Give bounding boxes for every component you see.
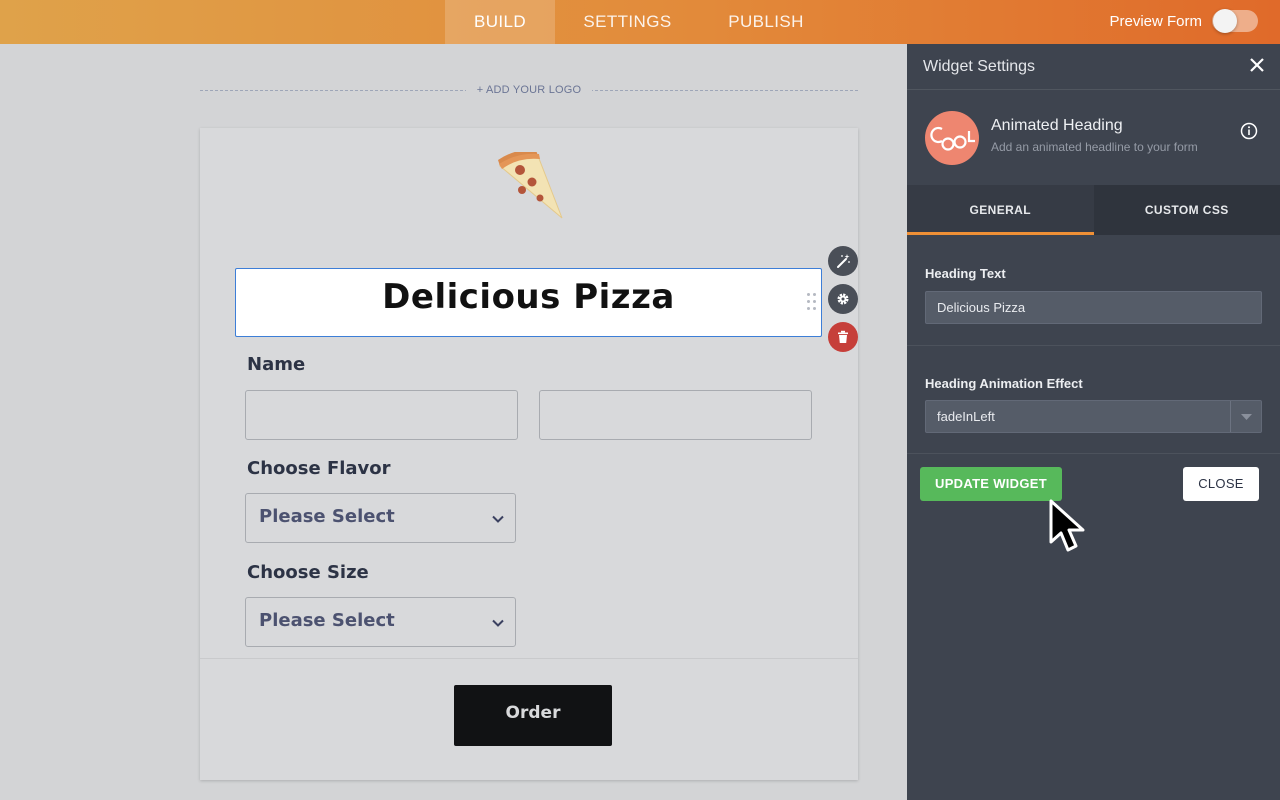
toggle-knob [1213,9,1237,33]
builder-tabs: BUILD SETTINGS PUBLISH [445,0,832,44]
heading-widget[interactable]: Delicious Pizza [235,268,822,337]
panel-title: Widget Settings [923,58,1036,75]
close-icon[interactable] [1248,56,1266,74]
trash-icon[interactable] [828,322,858,352]
widget-name: Animated Heading [991,117,1123,134]
animation-effect-label: Heading Animation Effect [925,376,1083,391]
chevron-down-icon [492,619,504,627]
last-name-input[interactable] [539,390,812,440]
animated-heading-text: Delicious Pizza [382,277,675,317]
magic-wand-icon[interactable] [828,246,858,276]
preview-form-label: Preview Form [1109,12,1202,30]
pizza-slice-icon [498,152,563,219]
flavor-select[interactable]: Please Select [245,493,516,543]
panel-header: Widget Settings [907,44,1280,90]
widget-description: Add an animated headline to your form [991,140,1198,154]
close-button[interactable]: CLOSE [1183,467,1259,501]
animation-effect-value: fadeInLeft [937,409,995,424]
info-icon[interactable] [1240,122,1258,140]
first-name-input[interactable] [245,390,518,440]
order-button[interactable]: Order [454,685,612,746]
tab-general[interactable]: GENERAL [907,185,1094,235]
name-label: Name [247,354,306,375]
flavor-select-value: Please Select [259,506,395,527]
tab-custom-css[interactable]: CUSTOM CSS [1094,185,1280,235]
size-label: Choose Size [247,562,369,583]
tab-settings[interactable]: SETTINGS [555,0,700,44]
tab-publish[interactable]: PUBLISH [700,0,832,44]
update-widget-button[interactable]: UPDATE WIDGET [920,467,1062,501]
heading-text-label: Heading Text [925,266,1006,281]
preview-form-control: Preview Form [1109,9,1258,33]
section-divider [907,345,1280,346]
panel-tabs: GENERAL CUSTOM CSS [907,185,1280,235]
gear-icon[interactable] [828,284,858,314]
add-logo-link[interactable]: + ADD YOUR LOGO [466,84,592,96]
mouse-cursor-icon [1049,499,1085,552]
form-divider [200,658,858,659]
top-navigation-bar: BUILD SETTINGS PUBLISH Preview Form [0,0,1280,44]
size-select[interactable]: Please Select [245,597,516,647]
widget-info: Animated Heading Add an animated headlin… [907,91,1280,184]
animation-effect-select[interactable]: fadeInLeft [925,400,1262,433]
chevron-down-icon [492,515,504,523]
form-card: Delicious Pizza Name Choose Flavor Pleas… [200,128,858,780]
heading-text-input[interactable]: Delicious Pizza [925,291,1262,324]
section-divider [907,453,1280,454]
tab-build[interactable]: BUILD [445,0,555,44]
preview-form-toggle[interactable] [1212,9,1258,33]
flavor-label: Choose Flavor [247,458,391,479]
cool-logo-icon [925,111,979,165]
widget-settings-panel: Widget Settings Animated Heading Add an … [907,44,1280,800]
dropdown-arrow-icon [1230,401,1261,432]
size-select-value: Please Select [259,610,395,631]
drag-handle-icon[interactable] [807,293,817,311]
